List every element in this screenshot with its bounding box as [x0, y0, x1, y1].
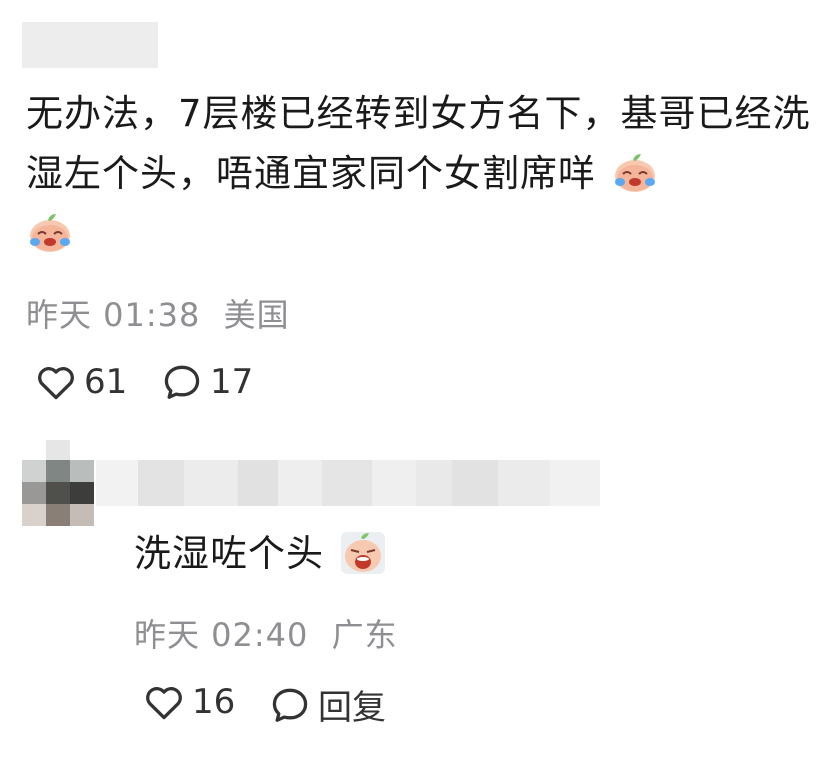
- comment-location: 美国: [223, 296, 290, 334]
- comment-reply-button[interactable]: 17: [160, 360, 253, 404]
- comment-text: 无办法，7层楼已经转到女方名下，基哥已经洗湿左个头，唔通宜家同个女割席咩: [26, 92, 811, 195]
- heart-icon: [146, 687, 182, 720]
- reply-body: 洗湿咗个头: [134, 526, 387, 582]
- reply-time: 昨天 02:40: [134, 616, 309, 654]
- comment-body: 无办法，7层楼已经转到女方名下，基哥已经洗湿左个头，唔通宜家同个女割席咩: [26, 84, 816, 264]
- reply-location: 广东: [331, 616, 398, 654]
- comment-time: 昨天 01:38: [26, 296, 201, 334]
- reply-username-redacted[interactable]: [96, 460, 600, 506]
- reply-text: 洗湿咗个头: [134, 532, 324, 575]
- reply-like-button[interactable]: 16: [142, 680, 235, 724]
- speech-bubble-icon: [164, 365, 200, 399]
- username-redacted[interactable]: [22, 22, 158, 68]
- reply-like-count: 16: [192, 682, 236, 722]
- crying-laughing-peach-icon: [611, 148, 659, 196]
- crying-laughing-peach-icon: [26, 208, 74, 256]
- comment-like-count: 61: [84, 362, 128, 402]
- comment-meta: 昨天 01:38 美国: [26, 290, 290, 336]
- reply-reply-button[interactable]: 回复: [268, 680, 386, 729]
- crying-peach-icon: [339, 528, 387, 576]
- reply-reply-label: 回复: [318, 688, 386, 728]
- reply-meta: 昨天 02:40 广东: [134, 610, 398, 656]
- comment-reply-count: 17: [210, 362, 254, 402]
- speech-bubble-icon: [272, 688, 308, 722]
- avatar[interactable]: [22, 440, 94, 526]
- comment-like-button[interactable]: 61: [34, 360, 127, 404]
- heart-icon: [38, 367, 74, 400]
